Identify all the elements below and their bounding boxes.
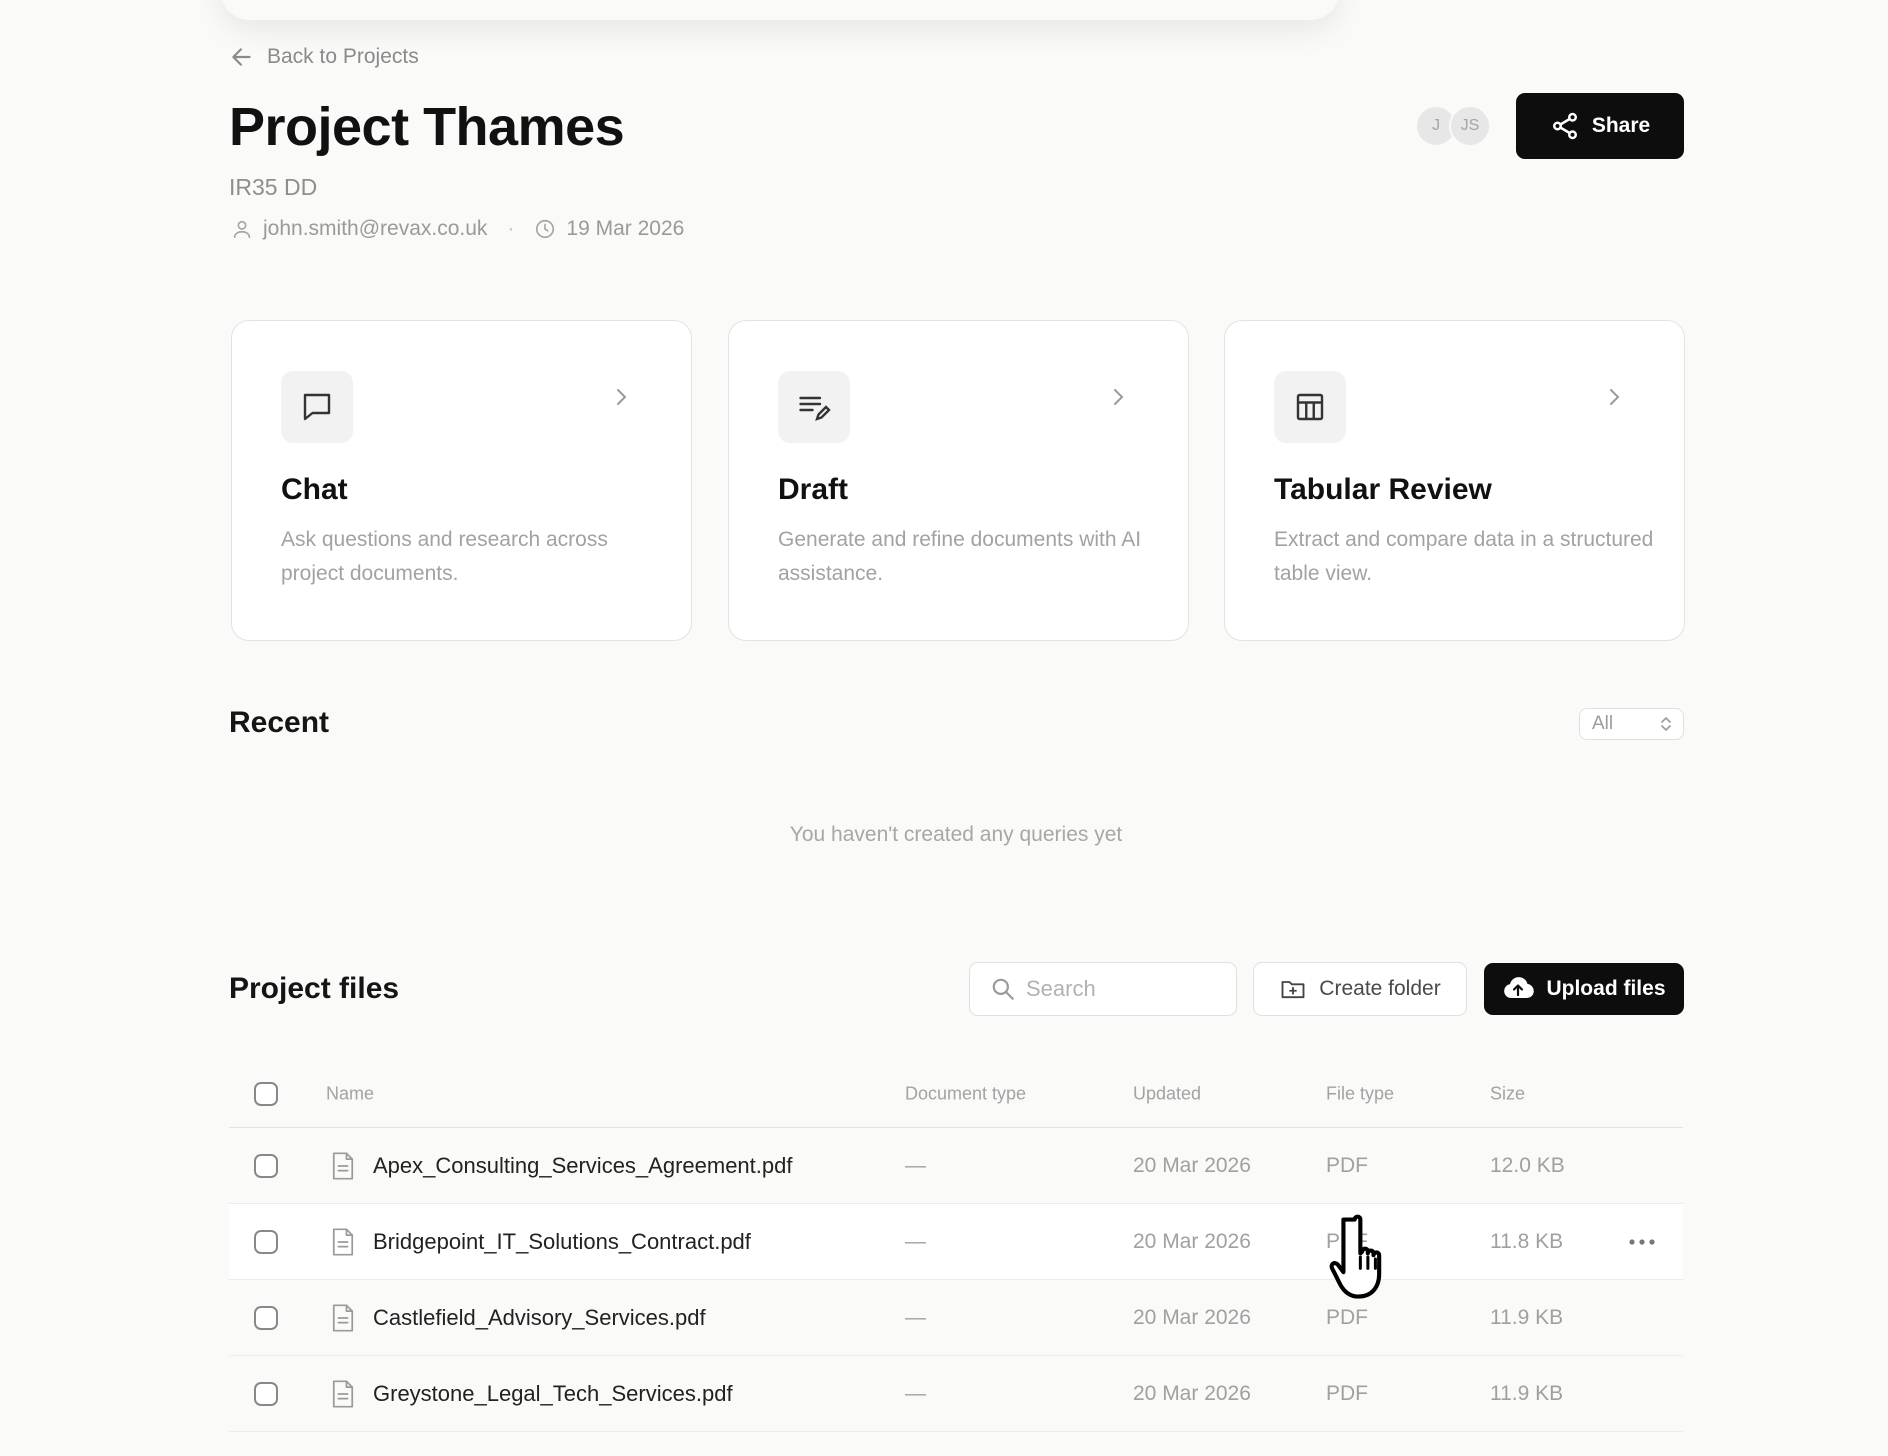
document-type: — [905, 1305, 926, 1329]
draft-card[interactable]: Draft Generate and refine documents with… [728, 320, 1189, 641]
card-description: Generate and refine documents with AI as… [778, 528, 1142, 585]
owner-email: john.smith@revax.co.uk [263, 217, 488, 240]
table-row[interactable]: Bridgepoint_IT_Solutions_Contract.pdf — … [229, 1204, 1683, 1280]
document-type: — [905, 1153, 926, 1177]
share-button[interactable]: Share [1516, 93, 1684, 159]
row-checkbox[interactable] [254, 1305, 278, 1330]
file-search-box[interactable] [969, 962, 1237, 1016]
card-description: Ask questions and research across projec… [281, 528, 608, 585]
file-type: PDF [1326, 1153, 1368, 1177]
document-type: — [905, 1229, 926, 1253]
card-title: Tabular Review [1274, 473, 1492, 506]
search-input[interactable] [1026, 976, 1216, 1002]
row-checkbox[interactable] [254, 1229, 278, 1254]
more-options-icon[interactable] [1627, 1237, 1657, 1247]
clock-icon [536, 219, 555, 239]
column-header-updated[interactable]: Updated [1133, 1083, 1201, 1104]
recent-empty-message: You haven't created any queries yet [789, 823, 1123, 846]
back-link-label: Back to Projects [267, 45, 419, 68]
row-checkbox[interactable] [254, 1381, 278, 1406]
tabular-review-card[interactable]: Tabular Review Extract and compare data … [1224, 320, 1685, 641]
file-type: PDF [1326, 1305, 1368, 1329]
recent-section-title: Recent [229, 706, 330, 739]
select-arrows-icon [1661, 716, 1671, 732]
upload-files-label: Upload files [1546, 977, 1666, 1000]
column-header-file-type[interactable]: File type [1326, 1083, 1394, 1104]
file-name[interactable]: Castlefield_Advisory_Services.pdf [373, 1305, 706, 1331]
file-type: PDF [1326, 1381, 1368, 1405]
file-name[interactable]: Apex_Consulting_Services_Agreement.pdf [373, 1153, 792, 1179]
column-header-size[interactable]: Size [1490, 1083, 1525, 1104]
chat-bubble-icon [303, 393, 331, 421]
card-title: Chat [281, 473, 348, 506]
updated-date: 20 Mar 2026 [1133, 1153, 1251, 1177]
meta-separator: · [507, 217, 515, 240]
create-folder-button[interactable]: Create folder [1253, 962, 1467, 1016]
create-folder-label: Create folder [1319, 977, 1441, 1000]
top-bar-shadow [220, 0, 1340, 20]
draft-edit-icon [799, 396, 831, 421]
cloud-upload-icon [1504, 977, 1535, 999]
user-icon [233, 220, 251, 239]
file-icon [332, 1151, 354, 1180]
file-name[interactable]: Greystone_Legal_Tech_Services.pdf [373, 1381, 733, 1407]
share-icon [1552, 112, 1577, 140]
filter-value: All [1592, 713, 1614, 734]
avatar[interactable]: JS [1449, 105, 1491, 147]
file-name[interactable]: Bridgepoint_IT_Solutions_Contract.pdf [373, 1229, 751, 1255]
updated-date: 20 Mar 2026 [1133, 1305, 1251, 1329]
folder-plus-icon [1281, 981, 1305, 999]
page: Back to Projects Project Thames IR35 DD … [0, 0, 1888, 1456]
file-size: 11.9 KB [1490, 1381, 1564, 1405]
project-files-title: Project files [229, 972, 400, 1005]
row-checkbox[interactable] [254, 1153, 278, 1178]
chevron-right-icon [617, 389, 627, 405]
project-date: 19 Mar 2026 [566, 217, 685, 240]
file-size: 12.0 KB [1490, 1153, 1565, 1177]
updated-date: 20 Mar 2026 [1133, 1381, 1251, 1405]
files-table: Name Document type Updated File type Siz… [229, 1060, 1683, 1432]
share-label: Share [1591, 114, 1651, 137]
table-row[interactable]: Apex_Consulting_Services_Agreement.pdf —… [229, 1128, 1683, 1204]
table-row[interactable]: Greystone_Legal_Tech_Services.pdf — 20 M… [229, 1356, 1683, 1432]
column-header-name[interactable]: Name [326, 1083, 374, 1104]
column-header-document-type[interactable]: Document type [905, 1083, 1026, 1104]
file-size: 11.8 KB [1490, 1229, 1564, 1253]
page-title: Project Thames [229, 97, 625, 157]
chevron-right-icon [1610, 389, 1620, 405]
updated-date: 20 Mar 2026 [1133, 1229, 1251, 1253]
select-all-checkbox[interactable] [254, 1081, 278, 1106]
file-icon [332, 1303, 354, 1332]
recent-filter-select[interactable]: All [1579, 708, 1684, 740]
file-size: 11.9 KB [1490, 1305, 1564, 1329]
table-header: Name Document type Updated File type Siz… [229, 1060, 1683, 1128]
document-type: — [905, 1381, 926, 1405]
card-description: Extract and compare data in a structured… [1274, 528, 1654, 585]
project-meta: john.smith@revax.co.uk · 19 Mar 2026 [231, 217, 684, 241]
table-icon [1296, 393, 1324, 421]
back-to-projects-link[interactable]: Back to Projects [229, 44, 419, 70]
table-icon-box [1274, 371, 1346, 443]
chat-icon-box [281, 371, 353, 443]
chat-card[interactable]: Chat Ask questions and research across p… [231, 320, 692, 641]
arrow-left-icon [232, 48, 251, 66]
search-icon [992, 978, 1014, 1000]
file-icon [332, 1227, 354, 1256]
card-title: Draft [778, 473, 849, 506]
table-row[interactable]: Castlefield_Advisory_Services.pdf — 20 M… [229, 1280, 1683, 1356]
chevron-right-icon [1114, 389, 1124, 405]
file-icon [332, 1379, 354, 1408]
upload-files-button[interactable]: Upload files [1484, 963, 1684, 1015]
file-type: PDF [1326, 1229, 1368, 1253]
project-subtitle: IR35 DD [229, 174, 318, 200]
draft-icon-box [778, 371, 850, 443]
collaborator-avatars[interactable]: J JS [1415, 105, 1491, 147]
